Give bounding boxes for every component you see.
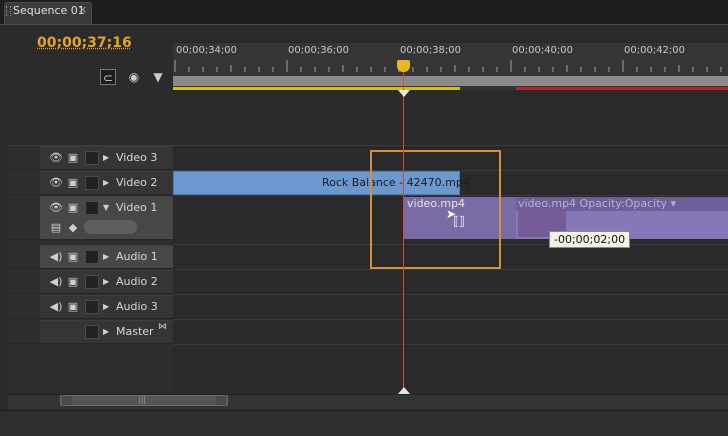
scrollbar-left-handle[interactable] xyxy=(62,396,72,405)
eye-icon[interactable]: 👁 xyxy=(49,201,63,215)
track-name: Master xyxy=(116,325,154,338)
current-timecode[interactable]: 00;00;37;16 xyxy=(37,35,132,51)
track-name: Video 3 xyxy=(116,151,158,164)
playhead-line[interactable] xyxy=(403,72,404,394)
lock-toggle[interactable] xyxy=(85,275,99,289)
lane-audio-2[interactable] xyxy=(173,270,728,295)
close-icon[interactable]: × xyxy=(78,3,87,16)
render-bar-rendered xyxy=(173,87,460,90)
tab-bar xyxy=(0,0,728,24)
lock-toggle[interactable] xyxy=(85,201,99,215)
track-target-area[interactable] xyxy=(8,171,40,195)
lock-toggle[interactable] xyxy=(85,325,99,339)
grip-icon: ||| xyxy=(138,395,147,404)
film-icon[interactable]: ▣ xyxy=(66,151,80,165)
ruler-tick-label: 00;00;40;00 xyxy=(512,45,574,56)
lane-audio-3[interactable] xyxy=(173,295,728,320)
marker-icon[interactable]: ◉ xyxy=(126,69,142,85)
lane-empty[interactable] xyxy=(173,91,728,146)
film-icon[interactable]: ▣ xyxy=(66,201,80,215)
speaker-icon[interactable]: ◀) xyxy=(49,300,63,314)
track-name: Video 2 xyxy=(116,176,158,189)
ruler-tick-label: 00;00;36;00 xyxy=(288,45,350,56)
lock-toggle[interactable] xyxy=(85,300,99,314)
expand-triangle-icon[interactable]: ▶ xyxy=(103,325,109,339)
lock-toggle[interactable] xyxy=(85,250,99,264)
expand-triangle-icon[interactable]: ▶ xyxy=(103,275,109,289)
collapse-triangle-icon[interactable]: ▼ xyxy=(103,201,109,215)
expand-triangle-icon[interactable]: ▶ xyxy=(103,151,109,165)
speaker-icon[interactable]: ◀) xyxy=(49,250,63,264)
track-target-area[interactable] xyxy=(8,146,40,170)
track-name: Audio 1 xyxy=(116,250,158,263)
film-icon[interactable]: ▣ xyxy=(66,300,80,314)
master-channel-icon[interactable]: ⋈ xyxy=(158,322,167,332)
keyframe-icon[interactable]: ◆ xyxy=(66,221,80,235)
film-icon[interactable]: ▣ xyxy=(66,275,80,289)
track-target-area[interactable] xyxy=(8,245,40,269)
ruler-ticks xyxy=(174,60,722,72)
track-target-area xyxy=(8,320,40,344)
bottom-bar xyxy=(0,410,728,436)
lock-toggle[interactable] xyxy=(85,176,99,190)
ruler-tick-label: 00;00;38;00 xyxy=(400,45,462,56)
expand-triangle-icon[interactable]: ▶ xyxy=(103,300,109,314)
track-target-area[interactable] xyxy=(8,270,40,294)
display-style-icon[interactable]: ▤ xyxy=(49,221,63,235)
speaker-icon[interactable]: ◀) xyxy=(49,275,63,289)
keyframe-nav-control[interactable] xyxy=(84,220,137,234)
edit-marker-icon[interactable]: ▼ xyxy=(150,69,166,85)
ruler-tick-label: 00;00;42;00 xyxy=(624,45,686,56)
eye-icon[interactable]: 👁 xyxy=(49,176,63,190)
track-target-area[interactable] xyxy=(8,196,40,240)
lock-toggle[interactable] xyxy=(85,151,99,165)
track-target-area[interactable] xyxy=(8,295,40,319)
track-name: Video 1 xyxy=(116,201,158,214)
track-name: Audio 3 xyxy=(116,300,158,313)
tab-label: Sequence 01 xyxy=(13,4,85,17)
work-area-bar[interactable] xyxy=(173,76,728,86)
expand-triangle-icon[interactable]: ▶ xyxy=(103,250,109,264)
playhead-top-marker-icon xyxy=(398,90,410,97)
scrollbar-right-handle[interactable] xyxy=(216,396,226,405)
clip-label: video.mp4 Opacity:Opacity ▾ xyxy=(518,197,677,210)
render-bar-gap xyxy=(460,87,516,90)
film-icon[interactable]: ▣ xyxy=(66,176,80,190)
time-offset-tooltip: -00;00;02;00 xyxy=(549,231,631,248)
track-name: Audio 2 xyxy=(116,275,158,288)
render-bar-unrendered xyxy=(516,87,728,90)
ripple-edit-cursor-icon: ⟦⟧ xyxy=(453,214,465,228)
header-spacer xyxy=(8,91,173,146)
lane-master[interactable] xyxy=(173,320,728,345)
snap-icon[interactable]: ⊂ xyxy=(100,69,116,85)
tab-grip-icon[interactable] xyxy=(6,6,11,16)
highlight-box xyxy=(370,150,501,269)
eye-icon[interactable]: 👁 xyxy=(49,151,63,165)
playhead-handle[interactable] xyxy=(397,60,410,72)
expand-triangle-icon[interactable]: ▶ xyxy=(103,176,109,190)
ruler-tick-label: 00;00;34;00 xyxy=(176,45,238,56)
film-icon[interactable]: ▣ xyxy=(66,250,80,264)
